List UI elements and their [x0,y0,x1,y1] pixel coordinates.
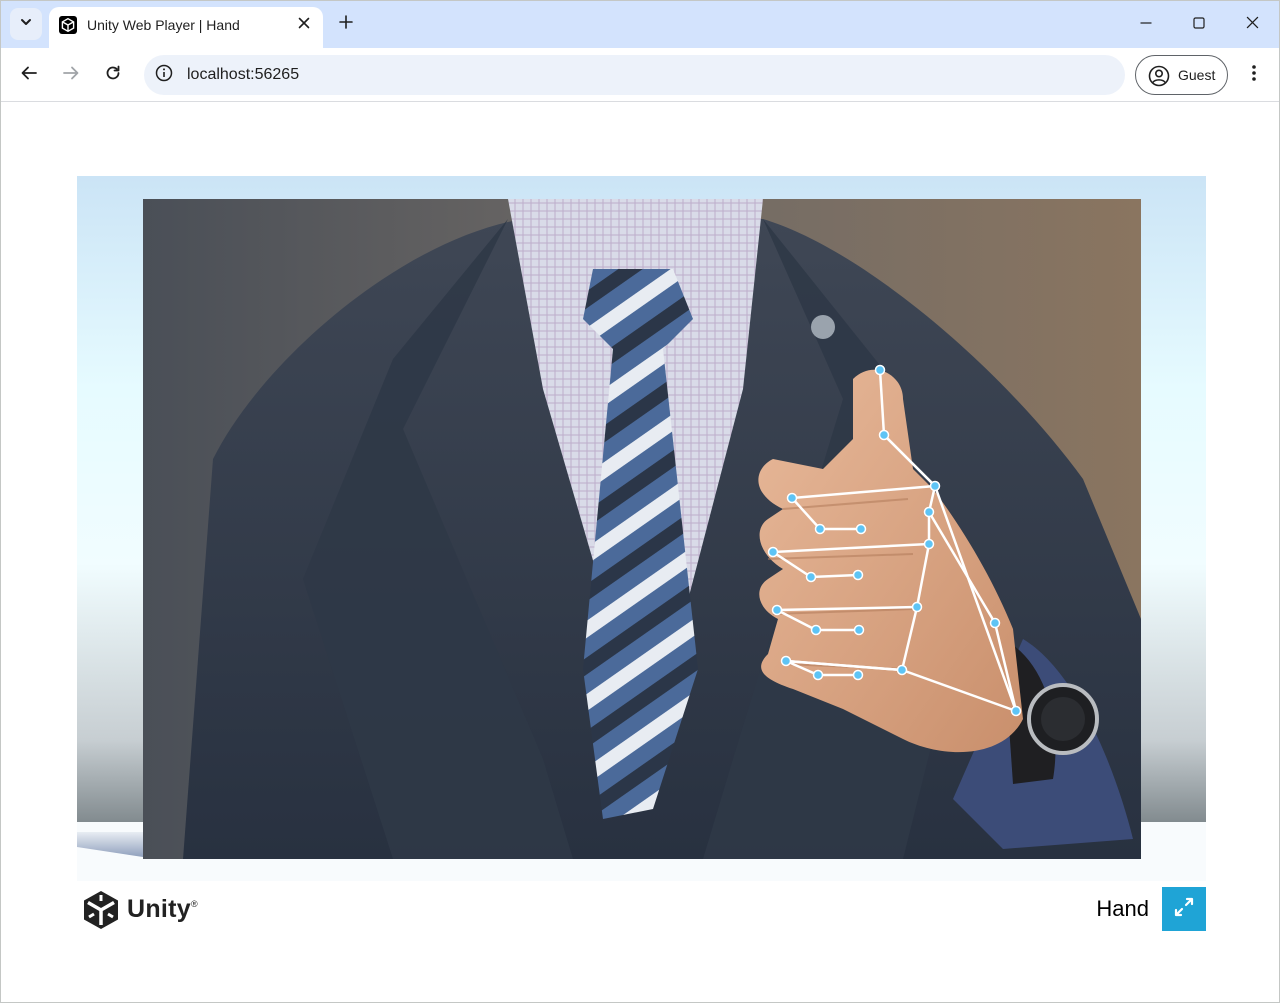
back-icon [20,64,38,87]
build-title: Hand [1096,896,1149,921]
close-icon [298,16,310,34]
close-window-icon [1246,16,1259,34]
profile-icon [1148,65,1170,87]
camera-image [143,199,1141,859]
more-menu-icon [1252,64,1256,87]
tab-title: Unity Web Player | Hand [87,17,240,33]
tab-strip: Unity Web Player | Hand [1,1,1279,48]
minimize-icon [1140,16,1152,34]
unity-canvas[interactable] [77,176,1206,881]
active-tab[interactable]: Unity Web Player | Hand [49,7,323,48]
unity-brand-text: Unity [127,895,191,923]
maximize-icon [1193,16,1205,34]
browser-window: Unity Web Player | Hand localhost:56265 … [0,0,1280,1003]
forward-icon [62,64,80,87]
new-tab-icon [339,14,353,34]
address-bar[interactable]: localhost:56265 [144,55,1125,95]
tab-search-button[interactable] [10,8,42,40]
reload-button[interactable] [99,61,127,89]
unity-logo-icon [81,889,121,931]
close-window-button[interactable] [1238,11,1266,39]
hand-scene [143,199,1141,859]
unity-footer: Unity® Hand [77,881,1206,936]
unity-brand: Unity® [127,895,198,924]
fullscreen-icon [1173,896,1195,923]
profile-label: Guest [1178,67,1216,83]
site-info-icon [155,64,173,87]
close-tab-button[interactable] [293,14,315,36]
back-button[interactable] [15,61,43,89]
browser-toolbar: localhost:56265 Guest [1,48,1279,102]
site-info-button[interactable] [154,64,174,87]
address-url[interactable]: localhost:56265 [187,66,299,84]
forward-button[interactable] [57,61,85,89]
maximize-button[interactable] [1185,11,1213,39]
reload-icon [104,64,122,87]
trademark-mark: ® [191,899,198,909]
more-menu-button[interactable] [1241,61,1267,89]
unity-icon [59,16,77,34]
tab-search-icon [20,15,32,33]
profile-button[interactable]: Guest [1135,55,1228,95]
fullscreen-button[interactable] [1162,887,1206,931]
minimize-button[interactable] [1132,11,1160,39]
new-tab-button[interactable] [334,12,358,36]
